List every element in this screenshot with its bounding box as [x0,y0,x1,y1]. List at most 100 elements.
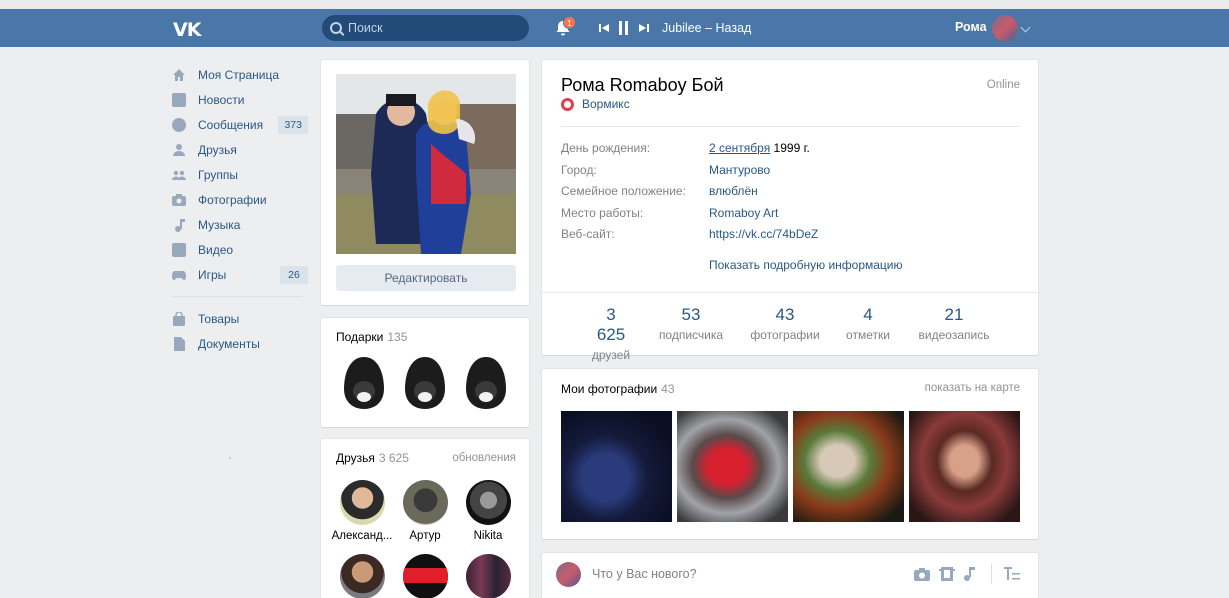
sidebar-item-my-page[interactable]: Моя Страница [172,62,308,87]
sidebar-item-games[interactable]: Игры 26 [172,262,308,287]
sidebar-item-music[interactable]: Музыка [172,212,308,237]
music-icon[interactable] [961,567,977,581]
camera-icon[interactable] [914,567,930,581]
friend-avatar [465,554,511,598]
new-post-box: Что у Вас нового? [542,553,1038,598]
prev-track-icon[interactable] [599,23,610,33]
friend-item[interactable] [331,554,393,598]
next-track-icon[interactable] [638,23,649,33]
info-value[interactable]: Мантурово [709,163,770,177]
toolbar-divider [991,564,992,584]
current-track[interactable]: Jubilee – Назад [662,21,751,35]
profile-photo[interactable] [336,74,516,254]
friend-avatar [402,554,448,598]
header-user-name[interactable]: Рома [955,20,987,34]
music-icon [175,218,185,232]
news-icon [172,92,186,107]
friend-item[interactable] [457,554,519,598]
games-count-badge: 26 [280,265,308,284]
sidebar-item-label: Фотографии [198,192,267,207]
bag-icon [173,311,185,326]
profile-status[interactable]: Вормикс [561,97,630,111]
friend-avatar [339,554,385,598]
search-icon [330,22,342,34]
chevron-down-icon[interactable] [1020,22,1031,33]
stat-followers[interactable]: 53 подписчика [656,305,726,342]
sidebar-item-groups[interactable]: Группы [172,162,308,187]
photo-thumbnail[interactable] [561,411,672,522]
info-key: Семейное положение: [561,184,686,198]
sidebar-item-friends[interactable]: Друзья [172,137,308,162]
sidebar-item-messages[interactable]: Сообщения 373 [172,112,308,137]
stat-number: 21 [944,305,964,324]
birthday-link[interactable]: 2 сентября [709,141,770,155]
search-input[interactable] [348,21,518,35]
info-key: День рождения: [561,141,651,155]
info-row-work: Место работы: Romaboy Art [561,206,1021,222]
profile-status-text: Вормикс [582,97,630,111]
info-key: Место работы: [561,206,644,220]
info-value[interactable]: https://vk.cc/74bDeZ [709,227,818,241]
gifts-header[interactable]: Подарки 135 [336,330,407,344]
info-value[interactable]: Romaboy Art [709,206,778,220]
sidebar-item-documents[interactable]: Документы [172,331,308,356]
sidebar-item-video[interactable]: Видео [172,237,308,262]
sidebar-item-photos[interactable]: Фотографии [172,187,308,212]
post-author-avatar [556,562,581,587]
stat-tags[interactable]: 4 отметки [843,305,893,342]
audio-player: Jubilee – Назад [599,18,751,38]
friend-item[interactable]: Александ... [331,480,393,542]
video-icon[interactable] [939,567,955,581]
stat-number: 4 [863,305,873,324]
stat-number: 3 625 [596,305,626,344]
sidebar-item-label: Игры [198,267,227,282]
photo-thumbnail[interactable] [909,411,1020,522]
sidebar-item-goods[interactable]: Товары [172,306,308,331]
stat-number: 43 [775,305,795,324]
sidebar-item-label: Группы [198,167,238,182]
gift-hood-icon[interactable] [340,355,388,413]
stat-photos[interactable]: 43 фотографии [749,305,821,342]
stat-label: подписчика [658,328,724,342]
friend-icon [173,143,185,156]
photo-thumbnail[interactable] [793,411,904,522]
avatar-card: Редактировать [321,60,529,305]
info-key: Веб-сайт: [561,227,615,241]
friend-avatar [339,480,385,525]
photos-count: 43 [661,382,675,396]
sidebar-item-label: Видео [198,242,234,257]
wormix-icon [561,97,574,111]
sidebar-item-news[interactable]: Новости [172,87,308,112]
gift-hood-icon[interactable] [462,355,510,413]
sidebar-divider [172,296,302,297]
header-avatar[interactable] [992,15,1018,41]
friend-item[interactable]: Артур [394,480,456,542]
gifts-card: Подарки 135 [321,318,529,427]
friend-item[interactable]: Nikita [457,480,519,542]
info-row-city: Город: Мантурово [561,163,1021,179]
info-row-website: Веб-сайт: https://vk.cc/74bDeZ [561,227,1021,243]
show-on-map-link[interactable]: показать на карте [925,382,1020,394]
stray-dot [229,457,231,459]
vk-logo[interactable]: VK [173,19,203,41]
pause-icon[interactable] [619,21,629,35]
milson-logo-bar [402,568,448,583]
info-row-relationship: Семейное положение: влюблён [561,184,1021,200]
friends-updates-link[interactable]: обновления [452,452,516,464]
edit-profile-button[interactable]: Редактировать [336,265,516,291]
text-format-icon[interactable] [1004,567,1020,581]
messages-count-badge: 373 [278,115,308,134]
gift-hood-icon[interactable] [401,355,449,413]
show-more-info-link[interactable]: Показать подробную информацию [709,258,903,272]
info-value[interactable]: влюблён [709,184,758,198]
photo-thumbnail[interactable] [677,411,788,522]
search-box[interactable] [322,15,529,41]
friends-header[interactable]: Друзья 3 625 [336,451,409,465]
stat-videos[interactable]: 21 видеозапись [916,305,992,342]
stat-friends[interactable]: 3 625 друзей [590,305,632,362]
stat-label: друзей [591,348,631,362]
post-input[interactable]: Что у Вас нового? [592,567,697,581]
profile-photo-image [336,74,516,254]
friend-item[interactable] [394,554,456,598]
photos-header[interactable]: Мои фотографии 43 [561,382,675,396]
